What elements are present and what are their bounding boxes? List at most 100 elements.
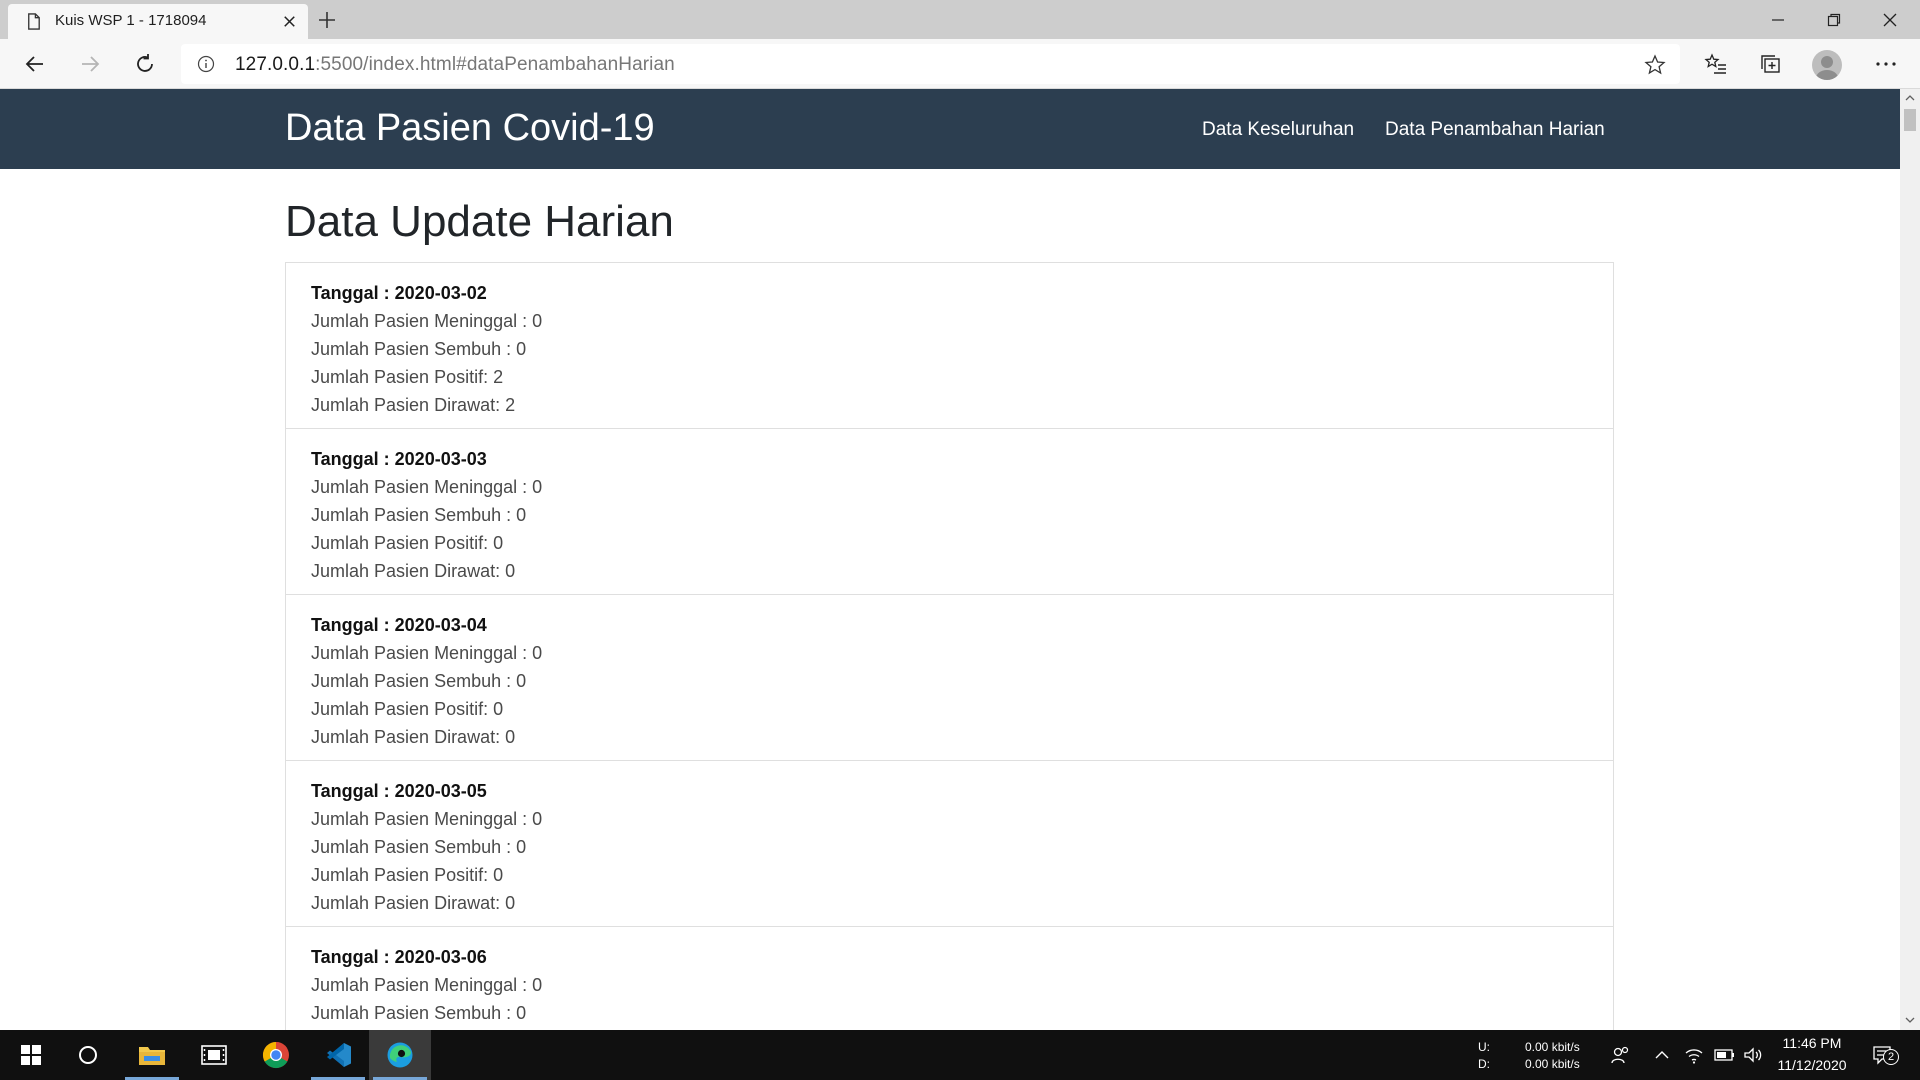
arrow-left-icon [25,56,43,72]
navbar: Data Pasien Covid-19 Data Keseluruhan Da… [0,89,1900,169]
notification-count-badge: 2 [1883,1049,1899,1065]
more-options-icon [1876,62,1896,66]
arrow-right-icon [82,56,100,72]
item-sembuh: Jumlah Pasien Sembuh : 0 [311,339,527,359]
browser-toolbar: 127.0.0.1:5500/index.html#dataPenambahan… [0,39,1920,89]
battery-status[interactable] [1714,1045,1734,1065]
close-icon [1883,13,1897,26]
url-path: :5500/index.html#dataPenambahanHarian [315,54,675,75]
taskbar-edge[interactable] [369,1030,431,1080]
favorites-list-icon [1704,53,1726,74]
edge-icon [387,1042,413,1068]
network-status[interactable] [1684,1045,1704,1065]
list-item: Tanggal : 2020-03-02 Jumlah Pasien Menin… [285,262,1614,429]
net-up-value: 0.00 kbit/s [1525,1040,1580,1054]
item-meninggal: Jumlah Pasien Meninggal : 0 [311,643,543,663]
action-center-button[interactable]: 2 [1868,1045,1899,1065]
new-tab-icon[interactable] [315,8,339,32]
item-date: Tanggal : 2020-03-06 [311,947,487,967]
back-button[interactable] [22,51,48,77]
url-host: 127.0.0.1 [235,54,316,75]
item-meninggal: Jumlah Pasien Meninggal : 0 [311,809,543,829]
net-down-label: D: [1478,1057,1490,1071]
vertical-scrollbar[interactable] [1900,89,1920,1030]
chevron-up-icon [1655,1051,1669,1059]
restore-icon [1827,13,1841,26]
taskbar-vscode[interactable] [307,1030,369,1080]
close-tab-icon[interactable] [280,12,299,31]
item-dirawat: Jumlah Pasien Dirawat: 0 [311,727,516,747]
forward-button[interactable] [77,51,103,77]
item-dirawat: Jumlah Pasien Dirawat: 0 [311,893,516,913]
people-icon [1611,1046,1629,1064]
item-meninggal: Jumlah Pasien Meninggal : 0 [311,477,543,497]
url-text[interactable]: 127.0.0.1:5500/index.html#dataPenambahan… [235,54,675,76]
speaker-icon [1744,1047,1762,1063]
daily-update-list: Tanggal : 2020-03-02 Jumlah Pasien Menin… [285,262,1614,1030]
item-sembuh: Jumlah Pasien Sembuh : 0 [311,671,527,691]
list-item: Tanggal : 2020-03-03 Jumlah Pasien Menin… [285,429,1614,595]
search-button[interactable] [57,1030,119,1080]
minimize-button[interactable] [1750,0,1806,39]
scroll-down-icon[interactable] [1905,1015,1915,1025]
taskbar: U: D: 0.00 kbit/s 0.00 kbit/s 11:46 PM 1… [0,1030,1920,1080]
item-positif: Jumlah Pasien Positif: 0 [311,533,504,553]
refresh-button[interactable] [132,51,158,77]
film-icon [201,1045,227,1065]
browser-titlebar: Kuis WSP 1 - 1718094 [0,0,1920,39]
item-positif: Jumlah Pasien Positif: 0 [311,699,504,719]
item-date: Tanggal : 2020-03-02 [311,283,487,303]
tab-title: Kuis WSP 1 - 1718094 [55,12,207,29]
show-hidden-icons-button[interactable] [1652,1045,1672,1065]
folder-icon [139,1047,165,1065]
item-date: Tanggal : 2020-03-05 [311,781,487,801]
profile-avatar[interactable] [1812,50,1842,80]
taskbar-file-explorer[interactable] [121,1030,183,1080]
restore-button[interactable] [1806,0,1862,39]
favorites-button[interactable] [1703,51,1729,77]
windows-logo-icon [21,1045,41,1065]
clock-time[interactable]: 11:46 PM [1772,1035,1852,1051]
document-icon [28,13,40,30]
page-title: Data Update Harian [285,197,674,246]
collections-icon [1761,55,1780,73]
refresh-icon [137,54,153,72]
item-positif: Jumlah Pasien Positif: 2 [311,367,504,387]
clock-date[interactable]: 11/12/2020 [1772,1057,1852,1073]
nav-link-data-penambahan-harian[interactable]: Data Penambahan Harian [1385,119,1605,141]
browser-tab[interactable]: Kuis WSP 1 - 1718094 [8,4,308,39]
item-sembuh: Jumlah Pasien Sembuh : 0 [311,1003,527,1023]
vscode-icon [327,1043,351,1067]
close-window-button[interactable] [1862,0,1918,39]
nav-link-data-keseluruhan[interactable]: Data Keseluruhan [1202,119,1354,141]
user-icon [1816,56,1838,80]
item-dirawat: Jumlah Pasien Dirawat: 2 [311,395,516,415]
more-menu-button[interactable] [1873,51,1899,77]
cortana-circle-icon [79,1046,97,1064]
list-item: Tanggal : 2020-03-06 Jumlah Pasien Menin… [285,927,1614,1030]
item-positif: Jumlah Pasien Positif: 0 [311,865,504,885]
navbar-brand[interactable]: Data Pasien Covid-19 [285,107,655,150]
info-icon[interactable] [197,55,215,73]
item-sembuh: Jumlah Pasien Sembuh : 0 [311,837,527,857]
item-dirawat: Jumlah Pasien Dirawat: 0 [311,561,516,581]
item-meninggal: Jumlah Pasien Meninggal : 0 [311,975,543,995]
volume-button[interactable] [1743,1045,1763,1065]
address-bar[interactable]: 127.0.0.1:5500/index.html#dataPenambahan… [181,44,1680,84]
item-date: Tanggal : 2020-03-03 [311,449,487,469]
wifi-icon [1685,1049,1703,1064]
scroll-up-icon[interactable] [1905,93,1915,103]
net-down-value: 0.00 kbit/s [1525,1057,1580,1071]
start-button[interactable] [0,1030,62,1080]
item-sembuh: Jumlah Pasien Sembuh : 0 [311,505,527,525]
net-up-label: U: [1478,1040,1490,1054]
item-meninggal: Jumlah Pasien Meninggal : 0 [311,311,543,331]
taskbar-media-app[interactable] [183,1030,245,1080]
collections-button[interactable] [1758,51,1784,77]
people-button[interactable] [1610,1045,1630,1065]
scrollbar-thumb[interactable] [1904,109,1916,131]
favorite-star-icon[interactable] [1644,54,1666,76]
taskbar-chrome[interactable] [245,1030,307,1080]
chrome-icon [262,1041,289,1069]
list-item: Tanggal : 2020-03-05 Jumlah Pasien Menin… [285,761,1614,927]
